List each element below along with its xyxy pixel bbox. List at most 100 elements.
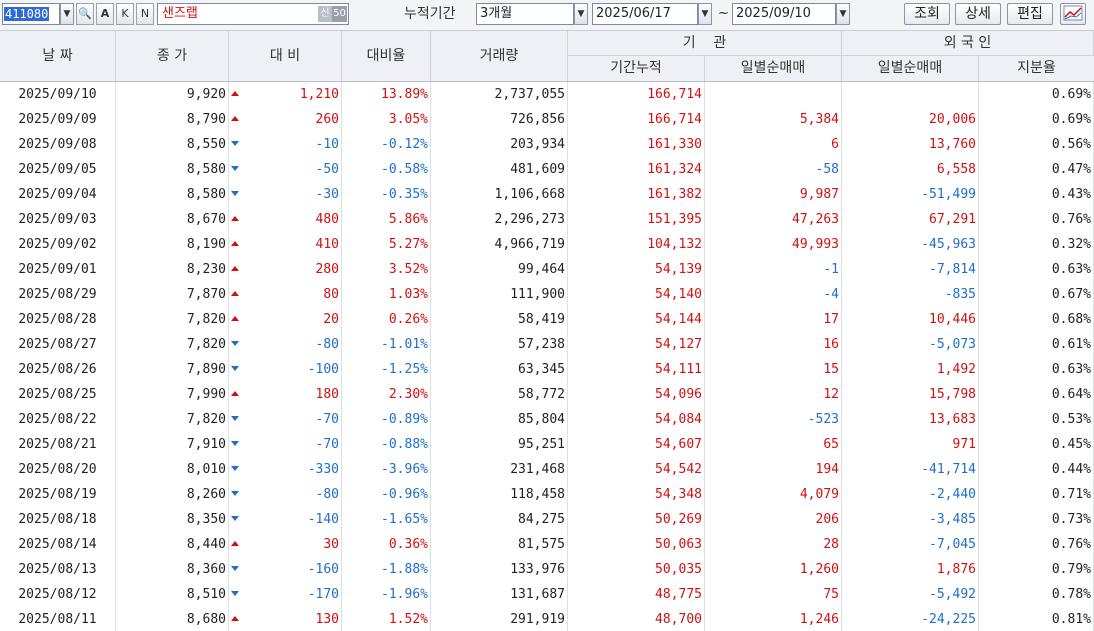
cell-date: 2025/08/14	[0, 532, 116, 557]
table-row[interactable]: 2025/08/26 7,890 -100 -1.25% 63,345 54,111 15 1…	[0, 357, 1094, 382]
cell-change-rate: -1.01%	[342, 332, 431, 357]
table-row[interactable]: 2025/09/09 8,790 260 3.05% 726,856 166,714 5,3…	[0, 107, 1094, 132]
cell-date: 2025/09/05	[0, 157, 116, 182]
cell-inst-daily: 28	[705, 532, 842, 557]
cell-change-rate: -0.96%	[342, 482, 431, 507]
date-to-dropdown-button[interactable]: ▼	[836, 3, 850, 25]
cell-change: 80	[229, 282, 342, 307]
cell-close: 7,990	[116, 382, 229, 407]
up-arrow-icon	[231, 616, 239, 621]
cell-change: -80	[229, 332, 342, 357]
cell-volume: 481,609	[431, 157, 568, 182]
table-row[interactable]: 2025/09/10 9,920 1,210 13.89% 2,737,055 166,7…	[0, 82, 1094, 107]
table-row[interactable]: 2025/08/12 8,510 -170 -1.96% 131,687 48,775 75…	[0, 582, 1094, 607]
cell-inst-cum: 54,127	[568, 332, 705, 357]
cell-inst-cum: 50,269	[568, 507, 705, 532]
stock-code-input[interactable]: 411080	[2, 3, 60, 25]
col-header-date[interactable]: 날 짜	[0, 31, 116, 81]
search-icon[interactable]: 🔍	[76, 3, 94, 25]
cell-change-rate: 3.52%	[342, 257, 431, 282]
down-arrow-icon	[231, 416, 239, 421]
cell-volume: 63,345	[431, 357, 568, 382]
cell-change: -70	[229, 432, 342, 457]
cell-date: 2025/09/09	[0, 107, 116, 132]
detail-button[interactable]: 상세	[955, 3, 1001, 25]
table-row[interactable]: 2025/08/25 7,990 180 2.30% 58,772 54,096 12 15,…	[0, 382, 1094, 407]
date-from-dropdown-button[interactable]: ▼	[698, 3, 712, 25]
cell-foreign-share: 0.71%	[979, 482, 1094, 507]
cell-volume: 203,934	[431, 132, 568, 157]
table-row[interactable]: 2025/08/18 8,350 -140 -1.65% 84,275 50,269 206…	[0, 507, 1094, 532]
table-row[interactable]: 2025/08/29 7,870 80 1.03% 111,900 54,140 -4 -83…	[0, 282, 1094, 307]
up-arrow-icon	[231, 266, 239, 271]
table-row[interactable]: 2025/08/27 7,820 -80 -1.01% 57,238 54,127 16 -5…	[0, 332, 1094, 357]
col-header-volume[interactable]: 거래량	[431, 31, 568, 81]
table-row[interactable]: 2025/08/20 8,010 -330 -3.96% 231,468 54,542 19…	[0, 457, 1094, 482]
table-row[interactable]: 2025/08/21 7,910 -70 -0.88% 95,251 54,607 65 97…	[0, 432, 1094, 457]
change-value: -330	[307, 462, 339, 477]
col-header-close[interactable]: 종 가	[116, 31, 229, 81]
table-row[interactable]: 2025/09/04 8,580 -30 -0.35% 1,106,668 161,382…	[0, 182, 1094, 207]
change-value: -10	[315, 137, 339, 152]
cell-inst-daily: 17	[705, 307, 842, 332]
cell-change: 260	[229, 107, 342, 132]
cell-inst-cum: 50,035	[568, 557, 705, 582]
cell-inst-cum: 54,348	[568, 482, 705, 507]
cell-inst-daily: 9,987	[705, 182, 842, 207]
date-to-input[interactable]: 2025/09/10	[732, 3, 836, 25]
table-row[interactable]: 2025/08/14 8,440 30 0.36% 81,575 50,063 28 -7,0…	[0, 532, 1094, 557]
table-row[interactable]: 2025/09/02 8,190 410 5.27% 4,966,719 104,132 4…	[0, 232, 1094, 257]
cell-foreign-share: 0.61%	[979, 332, 1094, 357]
table-row[interactable]: 2025/08/11 8,680 130 1.52% 291,919 48,700 1,24…	[0, 607, 1094, 631]
change-value: 480	[315, 212, 339, 227]
k-button[interactable]: K	[116, 3, 134, 25]
col-group-institution: 기 관	[568, 31, 842, 56]
cell-foreign-share: 0.64%	[979, 382, 1094, 407]
cell-foreign-daily: -45,963	[842, 232, 979, 257]
date-from-input[interactable]: 2025/06/17	[592, 3, 698, 25]
cell-foreign-share: 0.56%	[979, 132, 1094, 157]
col-header-change-rate[interactable]: 대비율	[342, 31, 431, 81]
up-arrow-icon	[231, 91, 239, 96]
cell-change-rate: -1.88%	[342, 557, 431, 582]
change-value: -100	[307, 362, 339, 377]
query-button[interactable]: 조회	[904, 3, 950, 25]
stock-name-field[interactable]: 샌즈랩 신 50	[157, 3, 349, 25]
cell-foreign-share: 0.53%	[979, 407, 1094, 432]
n-button[interactable]: N	[136, 3, 154, 25]
cell-change-rate: 1.52%	[342, 607, 431, 631]
a-button[interactable]: A	[96, 3, 114, 25]
period-select[interactable]: 3개월	[476, 3, 574, 25]
up-arrow-icon	[231, 316, 239, 321]
table-row[interactable]: 2025/08/19 8,260 -80 -0.96% 118,458 54,348 4,0…	[0, 482, 1094, 507]
period-dropdown-button[interactable]: ▼	[574, 3, 588, 25]
table-row[interactable]: 2025/08/22 7,820 -70 -0.89% 85,804 54,084 -523…	[0, 407, 1094, 432]
cell-inst-cum: 166,714	[568, 107, 705, 132]
table-row[interactable]: 2025/08/28 7,820 20 0.26% 58,419 54,144 17 10,4…	[0, 307, 1094, 332]
col-header-foreign-share[interactable]: 지분율	[979, 56, 1094, 81]
table-row[interactable]: 2025/09/08 8,550 -10 -0.12% 203,934 161,330 6 1…	[0, 132, 1094, 157]
col-header-inst-cum[interactable]: 기간누적	[568, 56, 705, 81]
cell-volume: 84,275	[431, 507, 568, 532]
col-header-inst-daily[interactable]: 일별순매매	[705, 56, 842, 81]
up-arrow-icon	[231, 541, 239, 546]
cell-date: 2025/08/19	[0, 482, 116, 507]
margin-badge: 50	[332, 6, 347, 22]
cell-foreign-daily: 13,760	[842, 132, 979, 157]
chart-icon[interactable]	[1060, 3, 1086, 25]
cell-change-rate: -0.88%	[342, 432, 431, 457]
cell-change-rate: -0.89%	[342, 407, 431, 432]
cell-inst-cum: 161,382	[568, 182, 705, 207]
table-row[interactable]: 2025/09/01 8,230 280 3.52% 99,464 54,139 -1 -7,…	[0, 257, 1094, 282]
code-dropdown-button[interactable]: ▼	[60, 3, 74, 25]
change-value: 30	[323, 537, 339, 552]
table-row[interactable]: 2025/09/03 8,670 480 5.86% 2,296,273 151,395 4…	[0, 207, 1094, 232]
cell-foreign-daily: -24,225	[842, 607, 979, 631]
cell-foreign-share: 0.63%	[979, 257, 1094, 282]
table-row[interactable]: 2025/09/05 8,580 -50 -0.58% 481,609 161,324 -5…	[0, 157, 1094, 182]
col-header-foreign-daily[interactable]: 일별순매매	[842, 56, 979, 81]
table-row[interactable]: 2025/08/13 8,360 -160 -1.88% 133,976 50,035 1,…	[0, 557, 1094, 582]
col-header-change[interactable]: 대 비	[229, 31, 342, 81]
edit-button[interactable]: 편집	[1007, 3, 1053, 25]
down-arrow-icon	[231, 566, 239, 571]
